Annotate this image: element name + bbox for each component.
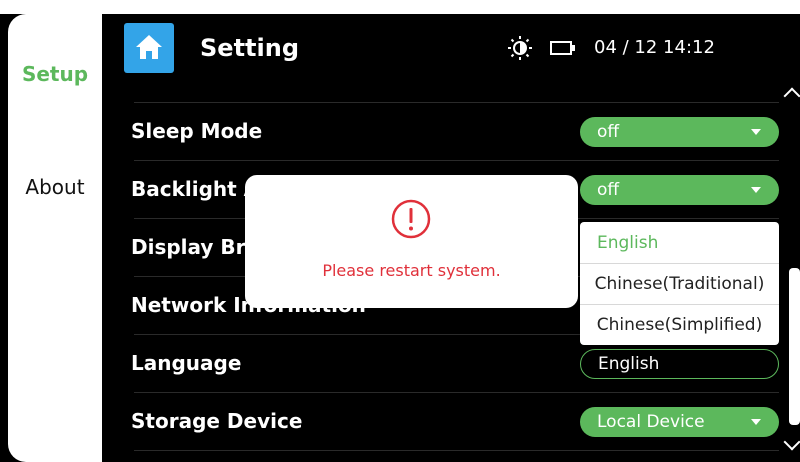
divider [134, 160, 779, 161]
caret-down-icon [751, 129, 761, 135]
sidebar: Setup About [8, 14, 102, 462]
scroll-down-icon[interactable] [783, 433, 800, 451]
sleep-mode-value: off [597, 122, 620, 142]
scroll-up-icon[interactable] [783, 87, 800, 105]
divider [134, 102, 779, 103]
language-value: English [598, 354, 660, 374]
caret-down-icon [751, 419, 761, 425]
exclamation-circle-icon [391, 199, 431, 239]
storage-device-value: Local Device [597, 412, 705, 432]
language-dropdown: English Chinese(Traditional) Chinese(Sim… [580, 222, 779, 345]
language-option-chinese-traditional[interactable]: Chinese(Traditional) [580, 264, 779, 304]
language-label: Language [131, 351, 242, 375]
sidebar-item-setup[interactable]: Setup [8, 62, 102, 86]
brightness-icon [508, 36, 532, 60]
language-option-english[interactable]: English [580, 223, 779, 263]
datetime: 04 / 12 14:12 [594, 37, 715, 58]
battery-icon [550, 41, 575, 55]
backlight-value: off [597, 180, 620, 200]
sleep-mode-label: Sleep Mode [131, 119, 263, 143]
backlight-label: Backlight A [131, 177, 260, 201]
device-screen: Setup About Setting 04 / 12 14:12 Sleep … [0, 14, 800, 462]
page-title: Setting [200, 34, 299, 62]
sidebar-item-about[interactable]: About [8, 175, 102, 199]
caret-down-icon [751, 187, 761, 193]
language-select[interactable]: English [580, 349, 779, 379]
display-brightness-label: Display Br [131, 235, 246, 259]
backlight-select[interactable]: off [580, 175, 779, 205]
language-option-chinese-simplified[interactable]: Chinese(Simplified) [580, 305, 779, 345]
home-button[interactable] [124, 23, 174, 73]
storage-device-select[interactable]: Local Device [580, 407, 779, 437]
restart-alert-dialog[interactable]: Please restart system. [245, 175, 578, 308]
storage-device-label: Storage Device [131, 409, 303, 433]
scrollbar-thumb[interactable] [789, 268, 800, 425]
divider [134, 450, 779, 451]
home-icon [136, 35, 162, 59]
sleep-mode-select[interactable]: off [580, 117, 779, 147]
divider [134, 392, 779, 393]
alert-message: Please restart system. [322, 261, 501, 280]
